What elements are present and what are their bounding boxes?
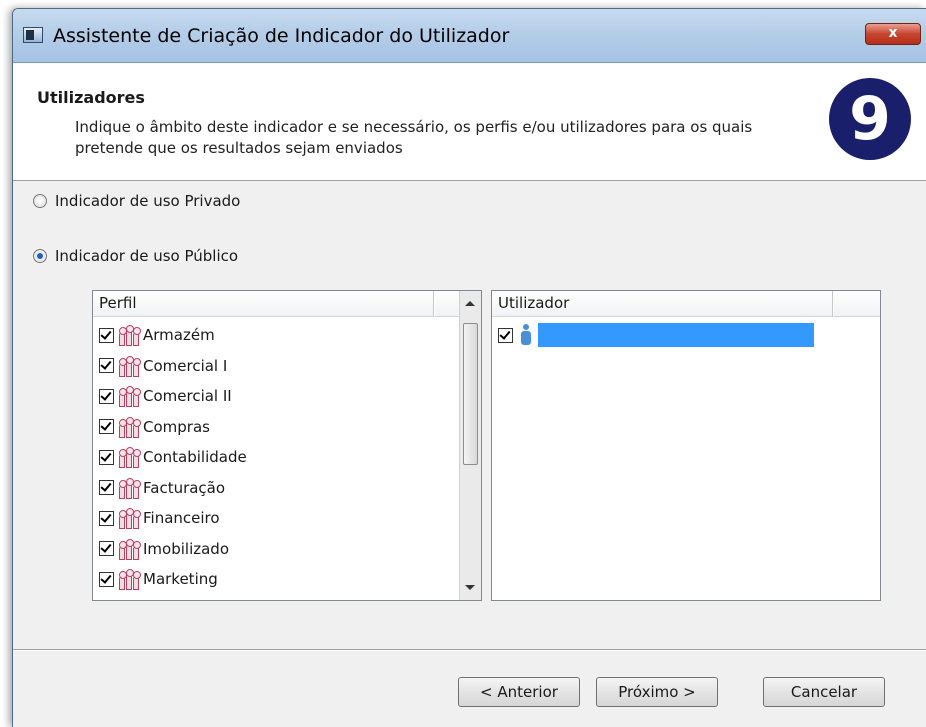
checkbox-checked-icon[interactable] — [99, 541, 114, 556]
private-scope-radio[interactable]: Indicador de uso Privado — [33, 192, 240, 210]
title-bar[interactable]: Assistente de Criação de Indicador do Ut… — [13, 9, 926, 63]
profile-label: Comercial I — [143, 356, 228, 375]
profile-column-header[interactable]: Perfil — [93, 291, 459, 317]
radio-checked-icon — [33, 249, 47, 263]
scroll-down-icon[interactable] — [465, 585, 475, 590]
column-divider[interactable] — [433, 291, 435, 317]
wizard-window: Assistente de Criação de Indicador do Ut… — [12, 8, 926, 727]
profile-list-item[interactable]: Armazém — [99, 320, 215, 350]
private-scope-label: Indicador de uso Privado — [55, 192, 241, 210]
profile-label: Armazém — [143, 326, 215, 344]
user-column-header[interactable]: Utilizador — [492, 291, 880, 317]
profile-list-item[interactable]: Imobilizado — [99, 534, 229, 564]
checkbox-checked-icon[interactable] — [99, 480, 114, 495]
next-button[interactable]: Próximo > — [596, 677, 718, 707]
public-scope-label: Indicador de uso Público — [55, 247, 239, 265]
footer-divider — [13, 649, 926, 651]
profile-label: Compras — [143, 417, 210, 436]
profile-label: Imobilizado — [143, 539, 230, 558]
checkbox-checked-icon[interactable] — [99, 419, 114, 434]
window-title: Assistente de Criação de Indicador do Ut… — [53, 25, 510, 47]
column-divider[interactable] — [832, 291, 834, 317]
profile-label: Marketing — [143, 570, 218, 588]
profile-list-item[interactable]: Marketing — [99, 564, 218, 594]
user-group-icon — [117, 477, 141, 499]
primavera-9-logo-icon: 9 — [829, 78, 911, 160]
scrollbar-thumb[interactable] — [463, 323, 478, 465]
user-group-icon — [117, 324, 141, 346]
user-group-icon — [117, 416, 141, 438]
close-button[interactable]: x — [865, 23, 921, 45]
cancel-button[interactable]: Cancelar — [763, 677, 885, 707]
checkbox-checked-icon[interactable] — [99, 510, 114, 526]
user-label — [538, 323, 814, 347]
wizard-header: Utilizadores Indique o âmbito deste indi… — [13, 63, 926, 181]
back-button[interactable]: < Anterior — [458, 677, 580, 707]
scroll-up-icon[interactable] — [465, 301, 475, 306]
user-icon — [520, 324, 532, 346]
checkbox-checked-icon[interactable] — [498, 327, 513, 343]
profile-label: Financeiro — [143, 509, 220, 527]
radio-unchecked-icon — [33, 194, 47, 208]
user-group-icon — [117, 568, 141, 590]
user-group-icon — [117, 507, 141, 529]
checkbox-checked-icon[interactable] — [99, 358, 114, 373]
checkbox-checked-icon[interactable] — [99, 449, 114, 465]
profile-list-item[interactable]: Contabilidade — [99, 442, 247, 472]
profile-list-item[interactable]: Comercial II — [99, 381, 232, 411]
user-group-icon — [117, 385, 141, 407]
user-list-item[interactable] — [498, 320, 814, 350]
user-group-icon — [117, 446, 141, 468]
profile-label: Facturação — [143, 478, 226, 497]
profile-list-item[interactable]: Comercial I — [99, 351, 227, 381]
profiles-scrollbar[interactable] — [459, 291, 481, 600]
user-group-icon — [117, 355, 141, 377]
page-title: Utilizadores — [37, 88, 145, 107]
page-description: Indique o âmbito deste indicador e se ne… — [75, 118, 753, 157]
profiles-list[interactable]: Perfil Armazém Comercial I Comercial II Com… — [92, 290, 482, 601]
checkbox-checked-icon[interactable] — [99, 327, 114, 343]
profile-list-item[interactable]: Financeiro — [99, 503, 220, 533]
user-group-icon — [117, 538, 141, 560]
profile-label: Comercial II — [143, 387, 232, 405]
profile-list-item[interactable]: Facturação — [99, 473, 225, 503]
users-list[interactable]: Utilizador — [491, 290, 881, 601]
checkbox-checked-icon[interactable] — [99, 571, 114, 587]
app-window-icon — [23, 27, 43, 43]
public-scope-radio[interactable]: Indicador de uso Público — [33, 247, 238, 265]
profile-list-item[interactable]: Compras — [99, 412, 210, 442]
checkbox-checked-icon[interactable] — [99, 388, 114, 404]
profile-label: Contabilidade — [143, 448, 247, 466]
